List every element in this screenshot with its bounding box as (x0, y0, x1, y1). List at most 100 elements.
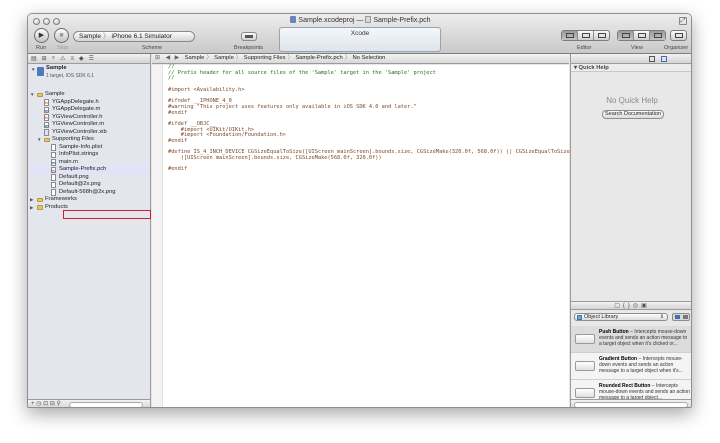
editor-mode-control[interactable] (561, 30, 610, 41)
file-row[interactable]: Default.png (28, 174, 150, 182)
breakpoints-label: Breakpoints (234, 45, 264, 51)
toggle-navigator-button[interactable] (618, 31, 634, 40)
library-filter-field[interactable] (574, 402, 688, 407)
toggle-utilities-button[interactable] (650, 31, 665, 40)
object-library-icon[interactable]: ◎ (633, 303, 641, 309)
assistant-editor-icon (582, 33, 590, 38)
scm-icon[interactable]: ⊡ (43, 401, 48, 407)
group-row[interactable]: ▼ Sample (28, 91, 150, 99)
breadcrumb-item[interactable]: Sample-Prefix.pch (295, 54, 342, 63)
project-subtitle: 1 target, iOS SDK 6.1 (46, 73, 95, 79)
debug-navigator-icon[interactable]: ≡ (70, 56, 74, 62)
stop-icon: ■ (59, 32, 64, 39)
disclosure-closed-icon[interactable]: ▶ (30, 196, 33, 204)
file-label: YGViewController.xib (52, 128, 107, 135)
object-library-cube-icon (577, 315, 582, 320)
add-icon[interactable]: + (31, 401, 35, 407)
file-label: YGViewController.h (52, 113, 103, 120)
library-type-popup[interactable]: Object Library ⇕ (574, 313, 668, 321)
library-item[interactable]: Gradient Button – Intercepts mouse-down … (571, 353, 691, 380)
breadcrumb-item[interactable]: Sample (214, 54, 234, 63)
file-icon (51, 181, 56, 188)
stop-button[interactable]: ■ (54, 28, 69, 43)
library-item[interactable]: Push Button – Intercepts mouse-down even… (571, 326, 691, 353)
library-view-toggle[interactable] (672, 313, 690, 321)
file-label: YGAppDelegate.m (52, 106, 101, 112)
interface-file-icon (44, 129, 49, 136)
disclosure-open-icon[interactable]: ▼ (30, 91, 34, 99)
breadcrumb-item[interactable]: Supporting Files (244, 54, 286, 63)
fullscreen-icon[interactable]: ⤢ (679, 17, 687, 25)
project-icon (290, 16, 297, 23)
header-file-icon: h (44, 114, 49, 121)
disclosure-closed-icon[interactable]: ▶ (30, 204, 33, 212)
file-row[interactable]: h YGAppDelegate.h (28, 99, 150, 107)
file-label: Default-568h@2x.png (59, 188, 116, 195)
organizer-button[interactable] (670, 30, 687, 41)
assistant-editor-button[interactable] (578, 31, 594, 40)
project-icon (37, 67, 44, 76)
issue-navigator-icon[interactable]: ⚠ (60, 55, 65, 62)
related-files-icon[interactable]: ⊞ (152, 54, 160, 63)
search-navigator-icon[interactable]: ⌕ (52, 55, 55, 62)
group-row[interactable]: ▼ Supporting Files (28, 136, 150, 144)
selection-highlight (63, 210, 151, 219)
file-row[interactable]: Default-568h@2x.png (28, 189, 150, 197)
breakpoint-navigator-icon[interactable]: ◆ (79, 55, 84, 62)
view-control[interactable] (617, 30, 666, 41)
file-row[interactable]: h YGViewController.h (28, 114, 150, 122)
breadcrumb-item[interactable]: No Selection (353, 54, 386, 63)
standard-editor-button[interactable] (562, 31, 578, 40)
source-editor[interactable]: //// Prefix header for all source files … (152, 64, 570, 407)
file-row[interactable]: m main.m (28, 159, 150, 167)
project-navigator-icon[interactable]: ▤ (31, 55, 37, 62)
breadcrumb-separator-icon: 〉 (287, 55, 294, 61)
editor-gutter[interactable] (152, 65, 163, 407)
file-label: main.m (59, 158, 79, 165)
forward-arrow-icon[interactable]: ▶ (172, 54, 179, 63)
stop-label: Stop (57, 45, 69, 51)
group-row[interactable]: ▶ Frameworks (28, 196, 150, 204)
view-label: View (631, 45, 643, 51)
disclosure-open-icon[interactable]: ▼ (31, 66, 35, 74)
group-row[interactable]: ▶ Products (28, 204, 150, 212)
toggle-debug-area-button[interactable] (634, 31, 650, 40)
navigator-filter-field[interactable] (69, 402, 143, 407)
breadcrumb-item[interactable]: Sample (185, 54, 205, 63)
breakpoints-toggle[interactable] (241, 32, 257, 41)
file-row[interactable]: InfoPlist.strings (28, 151, 150, 159)
file-row[interactable]: YGViewController.xib (28, 129, 150, 137)
source-file-icon: m (44, 106, 49, 113)
unsaved-icon[interactable]: ⊟ (50, 401, 55, 407)
project-row[interactable]: ▼ Sample 1 target, iOS SDK 6.1 (28, 65, 150, 81)
library-item-text: Push Button – Intercepts mouse-down even… (599, 329, 691, 347)
file-template-library-icon[interactable]: ▢ (614, 303, 623, 309)
source-text[interactable]: //// Prefix header for all source files … (168, 64, 570, 173)
file-row[interactable]: m YGAppDelegate.m (28, 106, 150, 114)
file-label: Default@2x.png (59, 181, 101, 187)
version-editor-button[interactable] (594, 31, 609, 40)
utilities-area: ▾ Quick Help No Quick Help Search Docume… (570, 54, 691, 407)
code-snippet-library-icon[interactable]: {} (623, 303, 633, 309)
run-label: Run (36, 45, 47, 51)
log-navigator-icon[interactable]: ☰ (89, 55, 94, 62)
symbol-navigator-icon[interactable]: ⊞ (42, 55, 47, 62)
file-inspector-icon[interactable] (649, 56, 655, 62)
disclosure-open-icon[interactable]: ▼ (37, 136, 41, 144)
quick-help-inspector-icon[interactable] (661, 56, 667, 62)
file-row[interactable]: Default@2x.png (28, 181, 150, 189)
search-documentation-button[interactable]: Search Documentation (602, 110, 664, 119)
run-button[interactable]: ▶ (34, 28, 49, 43)
scheme-popup[interactable]: Sample 〉 iPhone 6.1 Simulator (73, 31, 195, 42)
filter-icon[interactable]: ⚲ (57, 401, 61, 407)
file-row[interactable]: Sample-Info.plist (28, 144, 150, 152)
back-arrow-icon[interactable]: ◀ (161, 54, 169, 63)
file-row[interactable]: h Sample-Prefix.pch (28, 166, 150, 174)
media-library-icon[interactable]: ▣ (641, 303, 650, 309)
folder-icon (44, 137, 50, 142)
recent-files-icon[interactable]: ◷ (36, 401, 41, 407)
file-label: Supporting Files (52, 136, 94, 142)
file-row[interactable]: m YGViewController.m (28, 121, 150, 129)
code-line[interactable]: #endif (168, 167, 570, 173)
activity-viewer: Xcode (279, 27, 441, 52)
